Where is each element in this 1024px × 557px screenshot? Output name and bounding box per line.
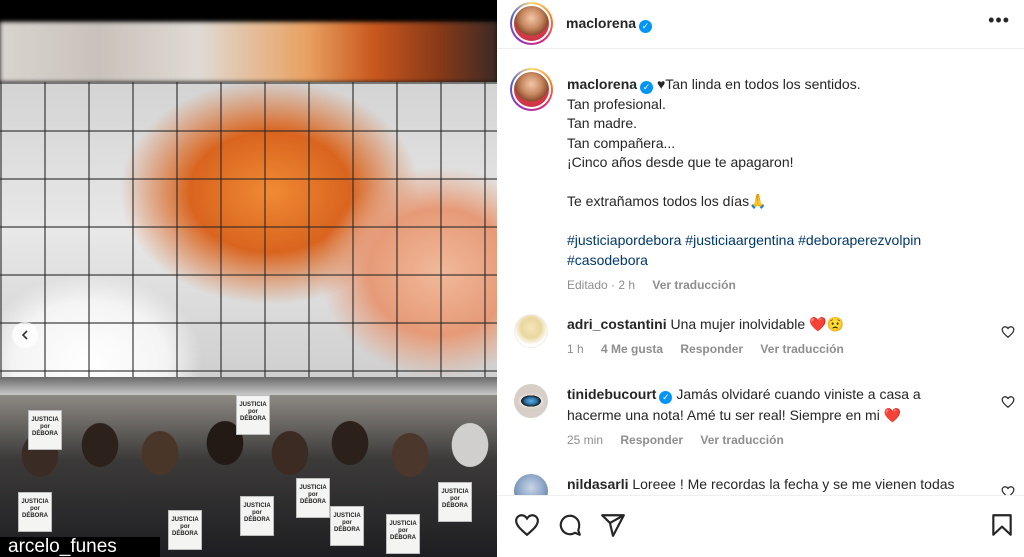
see-translation-link[interactable]: Ver traducción [652, 278, 735, 292]
comment-emojis: ❤️ [883, 407, 902, 423]
previous-media-button[interactable] [12, 322, 38, 348]
comment-bubble-icon[interactable] [557, 512, 583, 538]
hashtags-line[interactable]: #casodebora [567, 251, 1007, 271]
comment-likes[interactable]: 4 Me gusta [601, 342, 663, 356]
protest-sign: JUSTICIA por DÉBORA [18, 492, 52, 532]
verified-badge-icon: ✓ [659, 391, 673, 404]
caption-line-with-emoji: Te extrañamos todos los días🙏 [567, 192, 1007, 212]
reply-button[interactable]: Responder [620, 433, 683, 447]
caption-author-username[interactable]: maclorena [567, 76, 637, 92]
caption-line: ¡Cinco años desde que te apagaron! [567, 154, 794, 170]
chevron-left-icon [21, 330, 28, 340]
author-name-row: maclorena ✓ [566, 15, 653, 33]
heart-glyph: ♥ [656, 76, 666, 92]
comment-username[interactable]: nildasarli [567, 476, 628, 492]
edited-label: Editado [567, 278, 608, 292]
protest-sign: JUSTICIA por DÉBORA [168, 510, 202, 550]
like-comment-heart-icon[interactable] [1001, 395, 1015, 409]
see-translation-link[interactable]: Ver traducción [760, 342, 843, 356]
comment-body: adri_costantini Una mujer inolvidable ❤️… [567, 314, 987, 335]
media-text-overlay: arcelo_funes [0, 537, 160, 557]
protest-sign: JUSTICIA por DÉBORA [240, 496, 274, 536]
media-grid-lines [0, 82, 497, 377]
post-header: maclorena ✓ ••• [497, 0, 1024, 49]
more-options-button[interactable]: ••• [988, 11, 1010, 29]
caption-line: Tan madre. [567, 115, 638, 131]
comment-text: hacerme una nota! Amé tu ser real! Siemp… [567, 407, 880, 423]
comment-meta: 25 min Responder Ver traducción [567, 430, 987, 451]
author-username[interactable]: maclorena [566, 15, 636, 31]
comment-username[interactable]: tinidebucourt [567, 386, 656, 402]
commenter-avatar[interactable] [514, 314, 548, 348]
comment-text: Jamás olvidaré cuando viniste a casa a [676, 386, 921, 402]
caption-meta: Editado · 2 h Ver traducción [567, 278, 736, 292]
like-comment-heart-icon[interactable] [1001, 325, 1015, 339]
post-actions-bar [497, 495, 1024, 557]
media-blurred-band [0, 22, 497, 82]
verified-badge-icon: ✓ [640, 81, 654, 94]
commenter-avatar[interactable] [514, 384, 548, 418]
comment: tinidebucourt ✓ Jamás olvidaré cuando vin… [567, 384, 987, 451]
comment-text: Una mujer inolvidable [670, 316, 806, 332]
author-avatar[interactable] [510, 2, 553, 45]
post-time[interactable]: 2 h [618, 278, 635, 292]
see-translation-link[interactable]: Ver traducción [700, 433, 783, 447]
caption-author-avatar[interactable] [510, 68, 553, 111]
caption-first-line: maclorena ✓ ♥Tan linda en todos los senti… [567, 75, 1007, 95]
comment: adri_costantini Una mujer inolvidable ❤️… [567, 314, 987, 360]
comment-body-continued: hacerme una nota! Amé tu ser real! Siemp… [567, 405, 987, 426]
comment-time[interactable]: 25 min [567, 433, 603, 447]
comment-emojis: ❤️😟 [809, 316, 844, 332]
comment-body: nildasarli Loreee ! Me recordas la fecha… [567, 474, 987, 495]
caption-line: Tan linda en todos los sentidos. [665, 76, 861, 92]
pray-emoji-icon: 🙏 [749, 193, 767, 209]
caption-line: Tan compañera... [567, 134, 676, 151]
like-heart-icon[interactable] [514, 512, 540, 538]
share-paper-plane-icon[interactable] [600, 512, 626, 538]
protest-sign: JUSTICIA por DÉBORA [438, 482, 472, 522]
verified-badge-icon: ✓ [639, 20, 653, 33]
comment-meta: 1 h 4 Me gusta Responder Ver traducción [567, 339, 987, 360]
reply-button[interactable]: Responder [680, 342, 743, 356]
protest-sign: JUSTICIA por DÉBORA [330, 506, 364, 546]
caption-line: Te extrañamos todos los días [567, 193, 750, 209]
comment-body: tinidebucourt ✓ Jamás olvidaré cuando vin… [567, 384, 987, 405]
comment-text: Loreee ! Me recordas la fecha y se me vi… [632, 476, 955, 492]
protest-sign: JUSTICIA por DÉBORA [28, 410, 62, 450]
protest-sign: JUSTICIA por DÉBORA [386, 514, 420, 554]
caption-line: Tan profesional. [567, 95, 666, 112]
comment: nildasarli Loreee ! Me recordas la fecha… [567, 474, 987, 495]
hashtags-line[interactable]: #justiciapordebora #justiciaargentina #d… [567, 231, 1007, 251]
comment-time[interactable]: 1 h [567, 342, 584, 356]
post-caption: maclorena ✓ ♥Tan linda en todos los senti… [567, 75, 1007, 296]
comment-username[interactable]: adri_costantini [567, 316, 667, 332]
save-bookmark-icon[interactable] [989, 512, 1015, 538]
protest-sign: JUSTICIA por DÉBORA [236, 395, 270, 435]
protest-sign: JUSTICIA por DÉBORA [296, 478, 330, 518]
media-wall-base [0, 377, 497, 395]
more-horizontal-icon: ••• [988, 10, 1010, 30]
post-media[interactable]: JUSTICIA por DÉBORA JUSTICIA por DÉBORA … [0, 0, 497, 557]
media-top-band [0, 0, 497, 22]
post-details-panel: maclorena ✓ ••• maclorena ✓ ♥Tan linda en … [497, 0, 1024, 557]
